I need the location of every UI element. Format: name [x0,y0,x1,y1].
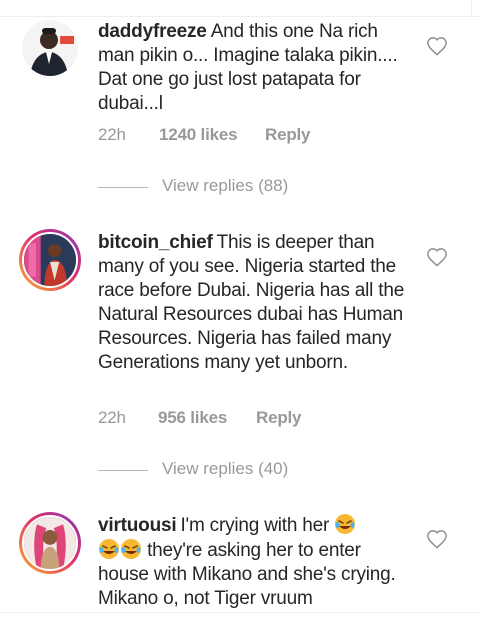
reply-button[interactable]: Reply [265,125,310,145]
comment-username[interactable]: daddyfreeze [98,21,207,42]
comment-text: daddyfreeze And this one Na rich man piki… [98,20,416,116]
view-replies-label: View replies (88) [162,176,289,195]
avatar[interactable] [22,20,78,76]
avatar[interactable] [19,229,81,291]
comment-body: This is deeper than many of you see. Nig… [98,232,405,373]
replies-divider [98,187,148,188]
crying-laughing-emoji-icon [99,539,119,559]
bottom-bar-edge [0,612,480,629]
comment-username[interactable]: bitcoin_chief [98,232,213,253]
reply-button[interactable]: Reply [256,408,301,428]
avatar-image [24,234,76,286]
avatar-image [24,517,76,569]
crying-laughing-emoji-icon [121,539,141,559]
comment-body-part2: they're asking her to enter house with M… [98,540,396,609]
top-bar-divider [0,0,472,16]
avatar-image [22,20,78,76]
comment-username[interactable]: virtuousi [98,515,177,536]
view-replies-button[interactable]: View replies (40) [98,459,338,483]
crying-laughing-emoji-icon [335,514,356,534]
comment-time: 22h [98,125,126,144]
comment-likes[interactable]: 1240 likes [159,125,238,145]
like-icon[interactable] [426,36,448,56]
comment-body-part1: I'm crying with her [180,515,330,536]
replies-divider [98,470,148,471]
view-replies-button[interactable]: View replies (88) [98,176,338,200]
like-icon[interactable] [426,247,448,267]
comment-text: bitcoin_chief This is deeper than many of… [98,231,416,375]
comment-text: virtuousi I'm crying with her they're ask… [98,513,416,611]
like-icon[interactable] [426,529,448,549]
comment-time: 22h [98,408,126,427]
top-bar-edge [0,0,480,17]
comment-likes[interactable]: 956 likes [158,408,227,428]
view-replies-label: View replies (40) [162,459,289,478]
avatar[interactable] [19,512,81,574]
